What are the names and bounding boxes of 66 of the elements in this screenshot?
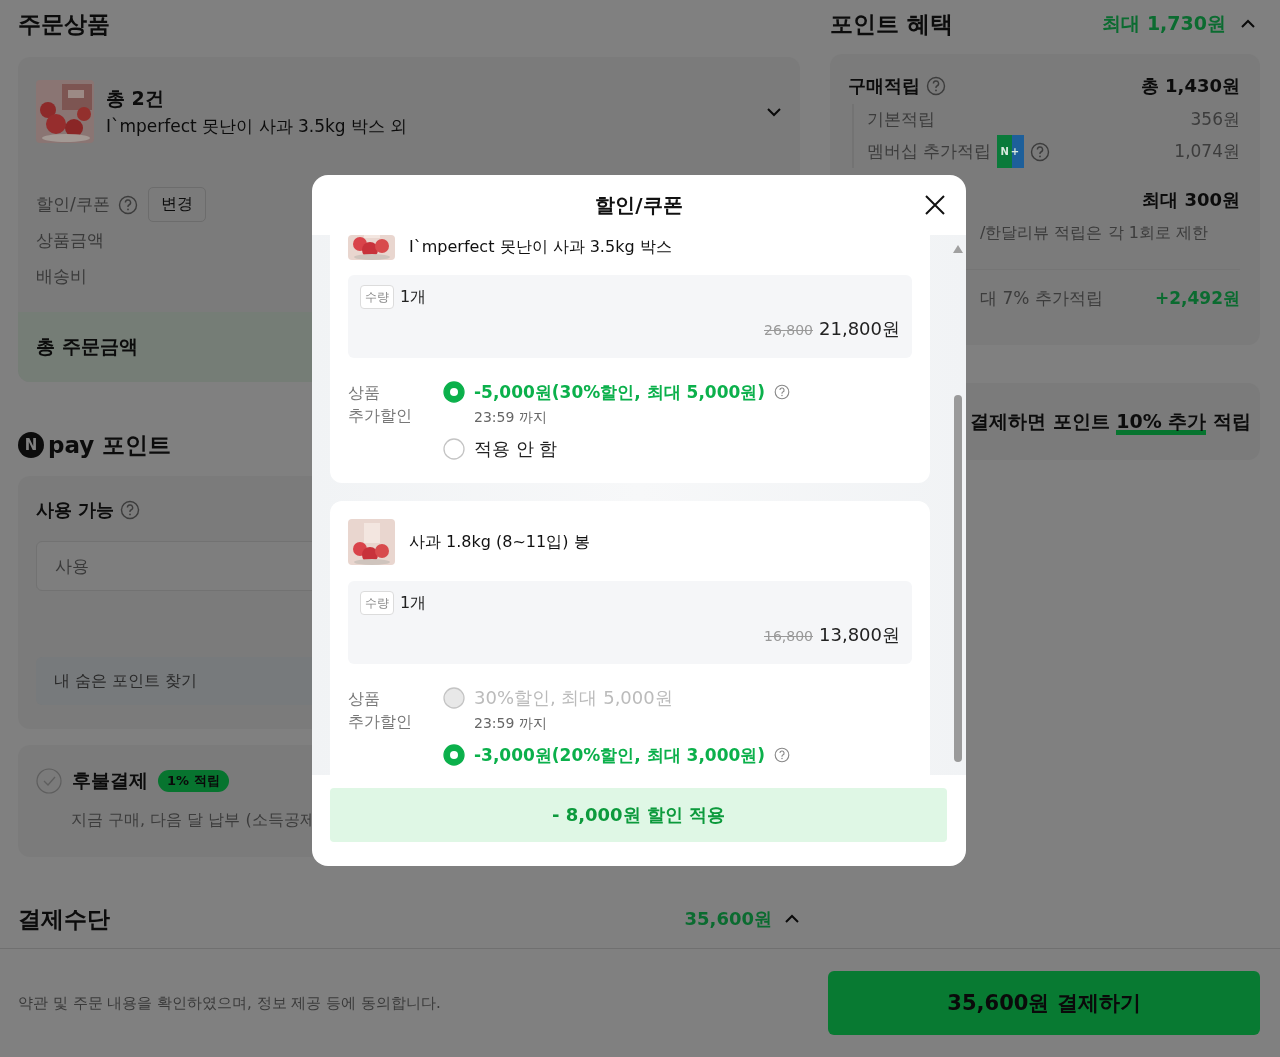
chevron-icon[interactable] [1240,19,1256,29]
check-icon[interactable] [36,768,62,794]
chevron-icon[interactable] [766,106,782,117]
order-count: 총 2건 [106,85,165,111]
review-note: /한달리뷰 적립은 각 1회로 제한 [980,222,1209,244]
discount-option[interactable]: 적용 안 함 [474,438,558,460]
radio-button[interactable] [443,744,465,766]
membership-badge: N+ [997,135,1025,168]
apply-discount-button[interactable]: - 8,000원 할인 적용 [330,788,947,842]
benefit-label: 기본적립 [867,108,935,131]
option-title: 후불결제 [72,768,148,793]
agreement-text: 약관 및 주문 내용을 확인하였으며, 정보 제공 등에 동의합니다. [18,993,441,1013]
product-name: I`mperfect 못난이 사과 3.5kg 박스 외 [106,114,409,138]
deadline-text: 23:59 까지 [474,714,548,733]
coupon-label: 할인/쿠폰 [36,193,110,216]
change-button[interactable]: 변경 [147,187,206,222]
payment-amount: 35,600원 [684,907,772,931]
pay-logo: N [18,432,44,458]
section-title: 주문상품 [18,10,111,39]
help-icon[interactable] [774,384,791,400]
section-title: 포인트 혜택 [830,10,954,39]
benefit-label: 대 7% 추가적립 [980,287,1103,310]
pay-button[interactable]: 35,600원 결제하기 [828,971,1260,1035]
deadline-text: 23:59 까지 [474,408,548,427]
original-price: 26,800 [764,322,813,338]
total-label: 총 주문금액 [36,334,138,359]
chevron-icon[interactable] [784,914,800,924]
original-price: 16,800 [764,628,813,644]
product-name: 사과 1.8kg (8~11입) 봉 [409,531,590,553]
benefit-value: 1,074원 [1174,140,1240,163]
benefit-label: 구매적립 [848,74,920,98]
section-title: pay 포인트 [48,430,172,460]
section-title: 결제수단 [18,905,111,934]
help-icon[interactable] [117,194,138,215]
quantity-value: 1개 [400,286,427,308]
close-icon[interactable] [924,194,946,216]
quantity-tag: 수량 [360,285,394,309]
scroll-up-icon[interactable] [953,245,963,253]
dialog-title: 할인/쿠폰 [595,191,683,219]
discount-label: 상품 추가할인 [348,688,413,733]
quantity-tag: 수량 [360,591,394,615]
reward-badge: 1% 적립 [158,770,229,792]
product-name: I`mperfect 못난이 사과 3.5kg 박스 [409,237,672,258]
radio-button[interactable] [443,438,465,460]
price-label: 배송비 [36,265,87,288]
sale-price: 13,800원 [819,624,900,645]
promo-text: 결제하면 포인트 10% 추가 적립 [970,408,1251,435]
benefit-value: +2,492원 [1154,287,1240,310]
points-total: 최대 1,730원 [1102,11,1226,36]
sale-price: 21,800원 [819,318,900,339]
radio-button[interactable] [443,381,465,403]
help-icon[interactable] [1030,141,1051,162]
discount-option[interactable]: -5,000원(30%할인, 최대 5,000원) [474,381,766,403]
help-icon[interactable] [120,500,141,520]
benefit-value: 최대 300원 [1142,188,1240,212]
quantity-value: 1개 [400,592,427,614]
benefit-value: 총 1,430원 [1140,74,1240,98]
help-icon[interactable] [774,747,791,763]
benefit-value: 356원 [1190,108,1240,131]
scroll-thumb[interactable] [954,395,962,762]
price-label: 상품금액 [36,229,104,252]
help-icon[interactable] [926,76,946,96]
discount-label: 상품 추가할인 [348,382,413,427]
available-label: 사용 가능 [36,498,115,522]
benefit-label: 멤버십 추가적립 [867,140,992,163]
discount-option[interactable]: -3,000원(20%할인, 최대 3,000원) [474,744,766,766]
